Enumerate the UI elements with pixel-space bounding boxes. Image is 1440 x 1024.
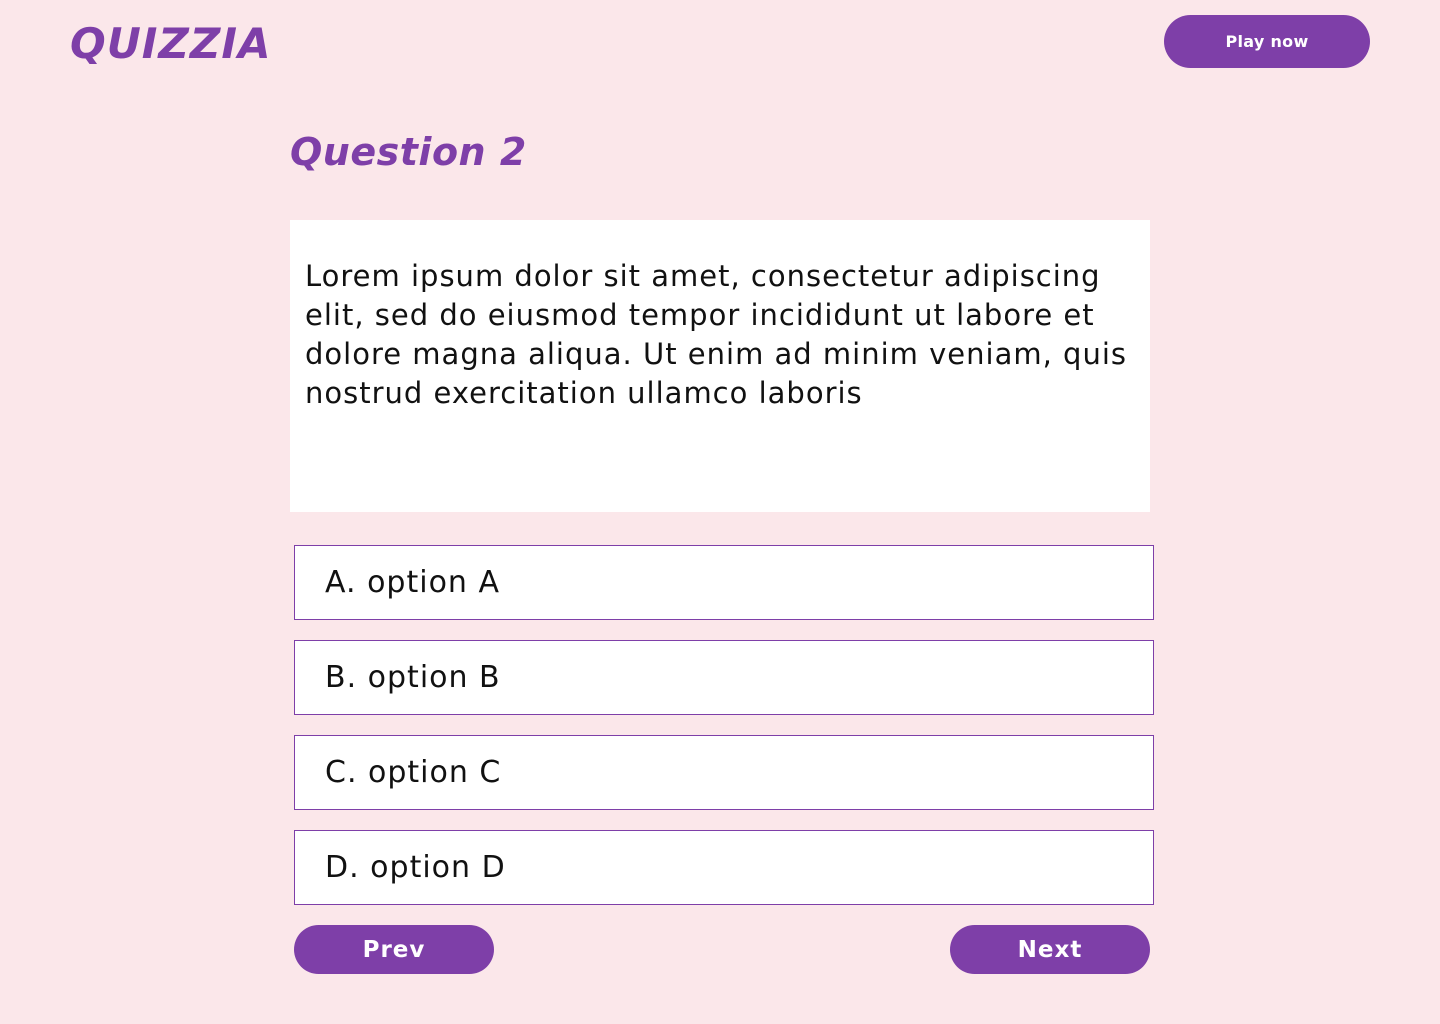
option-c[interactable]: C. option C	[294, 735, 1154, 810]
question-text: Lorem ipsum dolor sit amet, consectetur …	[305, 259, 1127, 410]
logo[interactable]: QUIZZIA	[70, 18, 271, 70]
next-button[interactable]: Next	[950, 925, 1150, 974]
question-title: Question 2	[290, 130, 527, 174]
option-b[interactable]: B. option B	[294, 640, 1154, 715]
play-now-button[interactable]: Play now	[1164, 15, 1370, 68]
prev-button[interactable]: Prev	[294, 925, 494, 974]
option-a[interactable]: A. option A	[294, 545, 1154, 620]
option-d[interactable]: D. option D	[294, 830, 1154, 905]
question-panel: Lorem ipsum dolor sit amet, consectetur …	[290, 220, 1150, 512]
